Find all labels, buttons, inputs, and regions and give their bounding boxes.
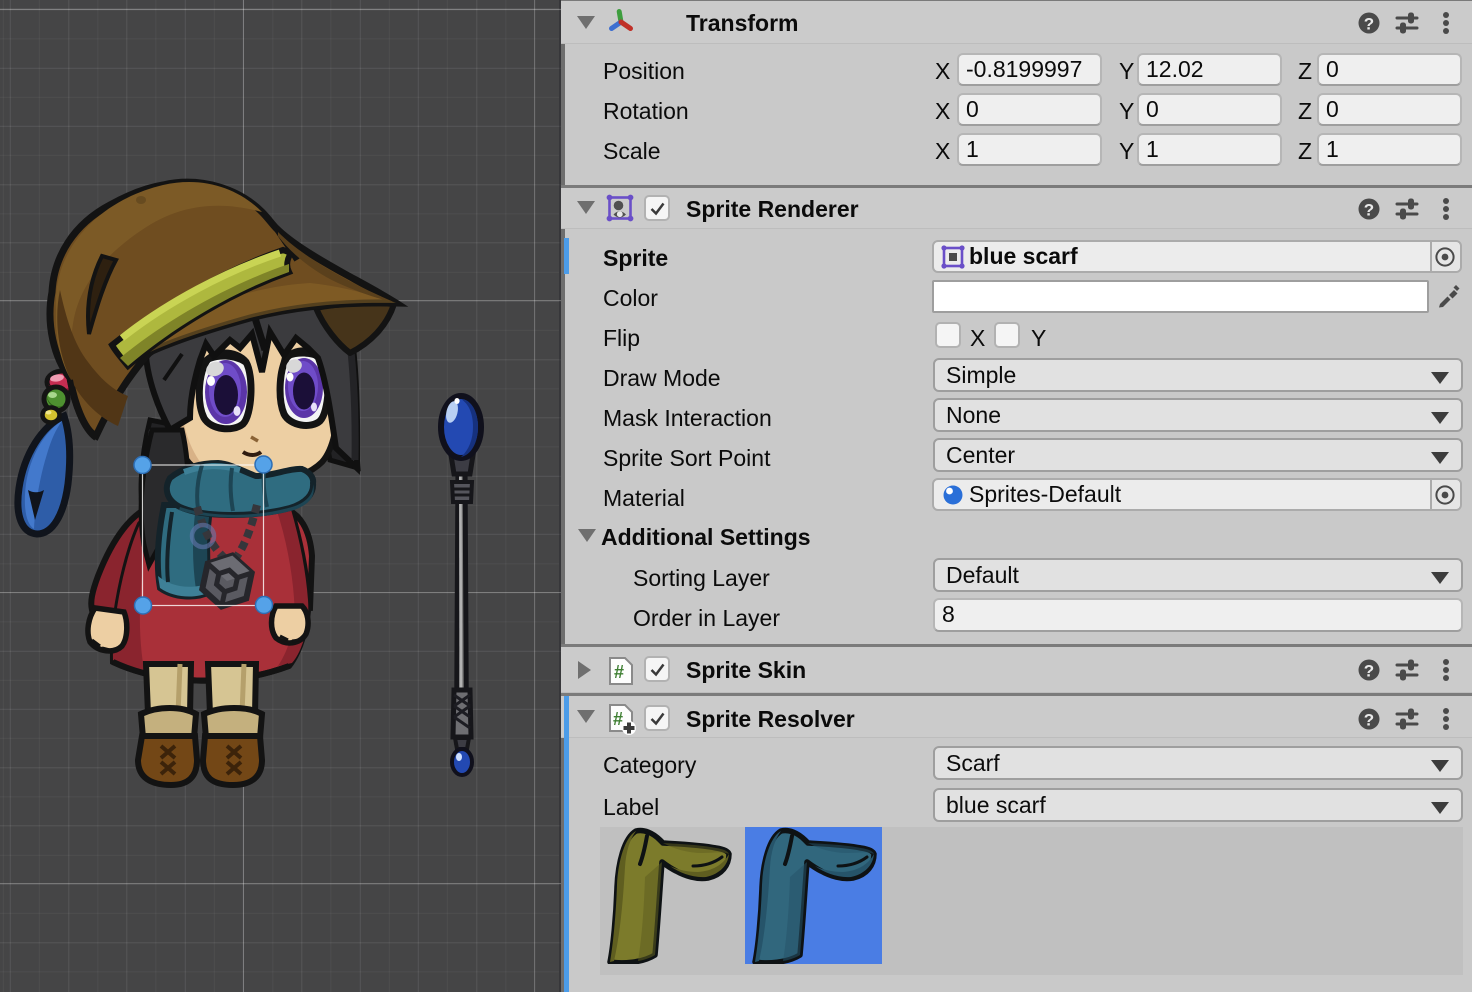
svg-text:?: ? <box>1364 711 1374 730</box>
svg-text:?: ? <box>1364 662 1374 681</box>
svg-text:#: # <box>614 662 624 682</box>
svg-text:?: ? <box>1364 15 1374 34</box>
svg-text:?: ? <box>1364 201 1374 220</box>
svg-text:#: # <box>613 709 623 729</box>
